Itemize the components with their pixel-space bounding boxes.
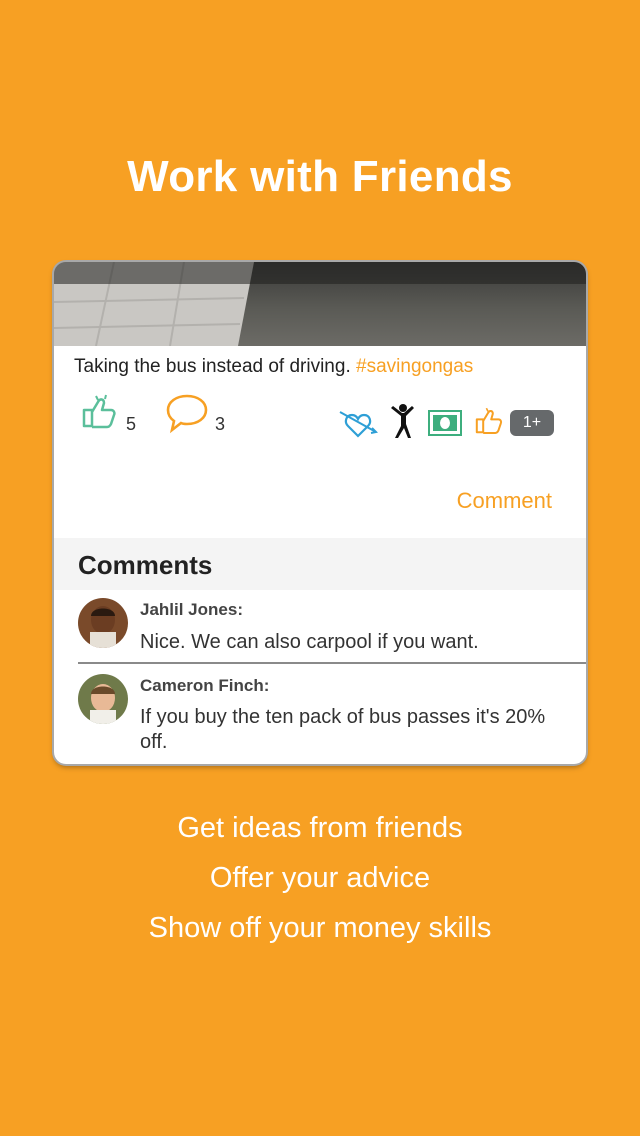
money-bill-icon[interactable]	[428, 410, 462, 436]
screen-headline: Work with Friends	[127, 152, 513, 201]
comment-text: Nice. We can also carpool if you want.	[140, 631, 479, 653]
reaction-bar: 5 3 1+	[54, 390, 586, 440]
comments-header: Comments	[54, 538, 586, 590]
tagline-2: Offer your advice	[209, 862, 431, 894]
more-reactions-badge[interactable]: 1+	[510, 410, 554, 436]
heart-arrow-icon[interactable]	[338, 406, 378, 440]
comment-bubble-icon[interactable]	[164, 392, 210, 434]
tagline-1: Get ideas from friends	[177, 812, 463, 844]
likes-count: 5	[126, 414, 137, 434]
comment-divider	[78, 662, 586, 664]
commenter-name: Cameron Finch:	[140, 676, 270, 695]
post-text: Taking the bus instead of driving. #savi…	[74, 356, 473, 378]
avatar[interactable]	[78, 674, 128, 724]
post-card: Taking the bus instead of driving. #savi…	[54, 262, 586, 764]
post-photo	[54, 262, 586, 346]
comment-text: If you buy the ten pack of bus passes it…	[140, 706, 546, 753]
tagline-3: Show off your money skills	[148, 912, 492, 944]
person-cheering-icon[interactable]	[388, 402, 418, 442]
thumbs-up-outline-icon[interactable]	[472, 404, 504, 438]
commenter-name: Jahlil Jones:	[140, 600, 243, 619]
comments-title: Comments	[78, 550, 213, 580]
post-hashtag[interactable]: #savingongas	[356, 356, 473, 377]
comment-button[interactable]: Comment	[457, 488, 552, 514]
avatar[interactable]	[78, 598, 128, 648]
comments-count: 3	[215, 414, 226, 434]
post-caption: Taking the bus instead of driving.	[74, 356, 351, 377]
thumbs-up-icon[interactable]	[78, 392, 118, 432]
